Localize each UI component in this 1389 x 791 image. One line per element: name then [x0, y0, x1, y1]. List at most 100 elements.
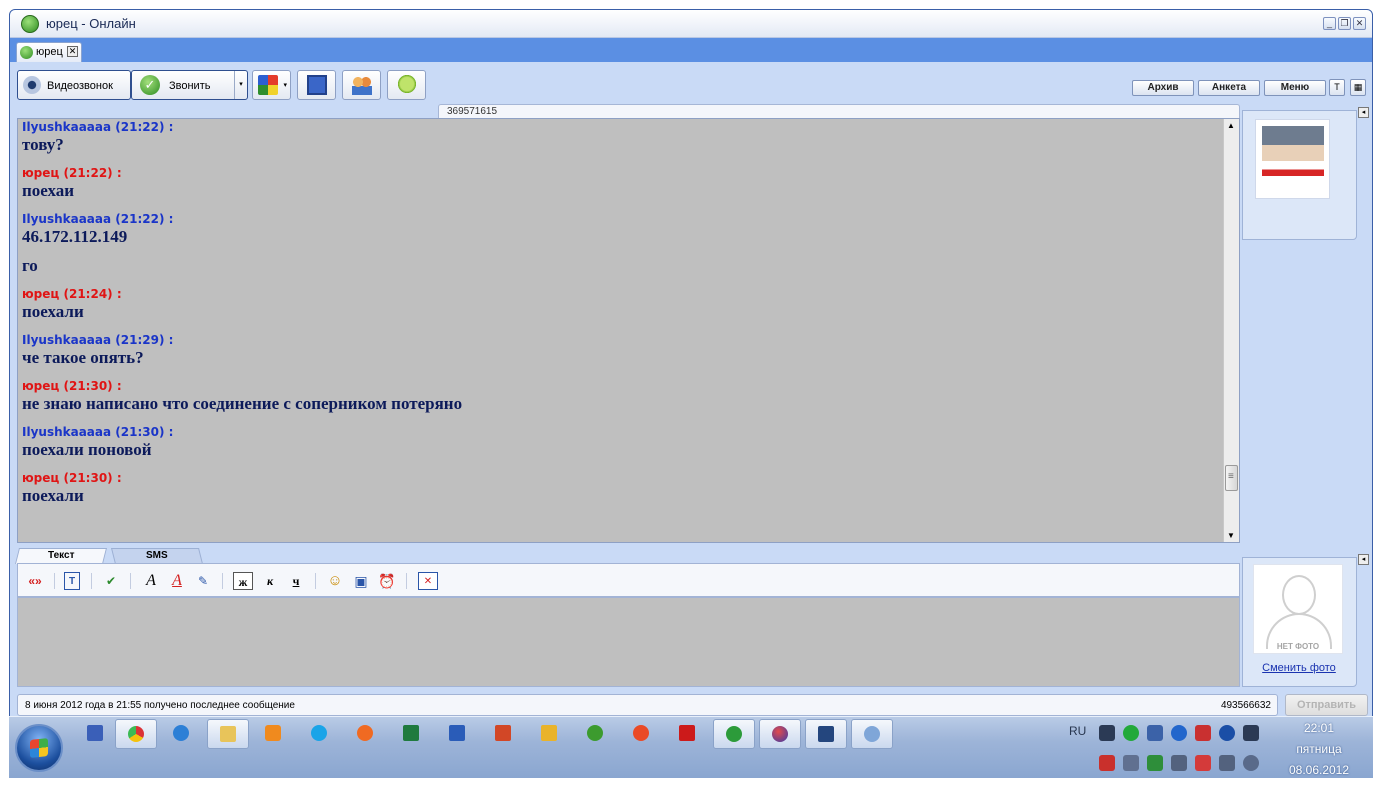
taskbar-powerpoint[interactable] — [483, 719, 525, 749]
tab-text[interactable]: Текст — [15, 548, 107, 564]
chat-scrollbar[interactable]: ▲ ▼ — [1223, 119, 1239, 542]
bold-button[interactable]: ж — [233, 572, 253, 590]
monitor-icon[interactable] — [1243, 725, 1259, 741]
font-icon[interactable]: A — [142, 572, 160, 590]
tv-icon[interactable]: ▣ — [352, 572, 370, 590]
spellcheck-icon[interactable]: ✔ — [102, 572, 120, 590]
title-bar[interactable]: юрец - Онлайн _ ❐ ✕ — [10, 10, 1372, 38]
italic-button[interactable]: к — [261, 572, 279, 590]
change-photo-link[interactable]: Сменить фото — [1243, 662, 1355, 674]
tab-strip: юрец ✕ — [10, 38, 1372, 62]
device-icon[interactable] — [1123, 755, 1139, 771]
pin-icon[interactable]: T — [1329, 79, 1345, 96]
profile-button[interactable]: Анкета — [1198, 80, 1260, 96]
separator — [54, 573, 55, 589]
games-button[interactable]: ▾ — [252, 70, 291, 100]
message-author[interactable]: юрец — [22, 471, 59, 485]
collapse-top-icon[interactable]: ◂ — [1358, 107, 1369, 118]
chat-button[interactable] — [387, 70, 426, 100]
taskbar-ie[interactable] — [161, 719, 203, 749]
clear-history-icon[interactable]: ✕ — [418, 572, 438, 590]
chat-history[interactable]: Ilyushkaaaaa (21:22) : тову? юрец (21:22) … — [17, 118, 1240, 543]
network-icon[interactable] — [1099, 725, 1115, 741]
flag-icon[interactable] — [1195, 755, 1211, 771]
taskbar-tool[interactable] — [529, 719, 571, 749]
alarm-clock-icon[interactable]: ⏰ — [378, 572, 396, 590]
taskbar-clock[interactable]: 22:01 пятница 08.06.2012 — [1279, 718, 1359, 781]
message-author[interactable]: Ilyushkaaaaa — [22, 425, 111, 439]
contacts-button[interactable] — [342, 70, 381, 100]
message-text: 46.172.112.149 — [22, 227, 128, 246]
antivirus-icon[interactable] — [1195, 725, 1211, 741]
tab-sms[interactable]: SMS — [111, 548, 203, 564]
taskbar-utorrent[interactable] — [575, 719, 617, 749]
start-button[interactable] — [15, 724, 63, 772]
no-photo-avatar[interactable]: НЕТ ФОТО — [1253, 564, 1343, 654]
taskbar-flash[interactable] — [621, 719, 663, 749]
message-input[interactable] — [17, 597, 1240, 687]
taskbar-save-app[interactable] — [75, 719, 117, 749]
taskbar-browser[interactable] — [345, 719, 387, 749]
display-icon[interactable] — [1171, 755, 1187, 771]
close-button[interactable]: ✕ — [1353, 17, 1366, 30]
browser-icon — [357, 725, 373, 741]
network-2-icon[interactable] — [1219, 755, 1235, 771]
highlight-icon[interactable]: ✎ — [194, 572, 212, 590]
font-color-icon[interactable]: A — [168, 572, 186, 590]
message-author[interactable]: юрец — [22, 379, 59, 393]
messenger-tray-icon[interactable] — [1123, 725, 1139, 741]
taskbar-game[interactable] — [759, 719, 801, 749]
window-title: юрец - Онлайн — [46, 16, 136, 31]
video-call-button[interactable]: Видеозвонок — [17, 70, 131, 100]
archive-button[interactable]: Архив — [1132, 80, 1194, 96]
taskbar-media[interactable] — [253, 719, 295, 749]
taskbar-paint[interactable] — [851, 719, 893, 749]
minimize-button[interactable]: _ — [1323, 17, 1336, 30]
text-style-icon[interactable]: T — [64, 572, 80, 590]
send-button[interactable]: Отправить — [1285, 694, 1368, 716]
message-author[interactable]: Ilyushkaaaaa — [22, 333, 111, 347]
vk-icon[interactable] — [1147, 725, 1163, 741]
rubik-cube-icon — [258, 75, 278, 95]
volume-icon[interactable] — [1099, 755, 1115, 771]
collapse-bottom-icon[interactable]: ◂ — [1358, 554, 1369, 565]
message-author[interactable]: Ilyushkaaaaa — [22, 120, 111, 134]
menu-button[interactable]: Меню — [1264, 80, 1326, 96]
bluetooth-2-icon[interactable] — [1219, 725, 1235, 741]
smiley-icon[interactable]: ☺ — [326, 572, 344, 590]
contact-avatar[interactable] — [1262, 126, 1324, 190]
save-history-button[interactable] — [297, 70, 336, 100]
message-text: че такое опять? — [22, 348, 144, 367]
acrobat-icon — [679, 725, 695, 741]
tab-close-icon[interactable]: ✕ — [67, 46, 78, 57]
call-button[interactable]: ✓ Звонить ▾ — [131, 70, 248, 100]
scroll-up-icon[interactable]: ▲ — [1227, 121, 1235, 130]
message-author[interactable]: юрец — [22, 166, 59, 180]
windows-taskbar: RU 22:01 пятница 08.06.2012 — [9, 716, 1373, 778]
scroll-thumb[interactable] — [1225, 465, 1238, 491]
taskbar-excel[interactable] — [391, 719, 433, 749]
message-author[interactable]: Ilyushkaaaaa — [22, 212, 111, 226]
message-author[interactable]: юрец — [22, 287, 59, 301]
call-dropdown-icon[interactable]: ▾ — [234, 71, 247, 99]
contact-avatar-frame — [1255, 119, 1330, 199]
taskbar-qip[interactable] — [713, 719, 755, 749]
taskbar-word[interactable] — [437, 719, 479, 749]
taskbar-app[interactable] — [805, 719, 847, 749]
restore-button[interactable]: ❐ — [1338, 17, 1351, 30]
language-indicator[interactable]: RU — [1069, 724, 1086, 738]
no-photo-label: НЕТ ФОТО — [1276, 642, 1320, 651]
tab-contact[interactable]: юрец ✕ — [16, 42, 82, 62]
taskbar-acrobat[interactable] — [667, 719, 709, 749]
speaker-icon[interactable] — [1243, 755, 1259, 771]
excel-icon — [403, 725, 419, 741]
translit-button[interactable]: «» — [24, 572, 46, 590]
scroll-down-icon[interactable]: ▼ — [1227, 531, 1235, 540]
taskbar-skype[interactable] — [299, 719, 341, 749]
bluetooth-icon[interactable] — [1171, 725, 1187, 741]
sync-icon[interactable] — [1147, 755, 1163, 771]
taskbar-explorer[interactable] — [207, 719, 249, 749]
underline-button[interactable]: ч — [287, 572, 305, 590]
taskbar-chrome[interactable] — [115, 719, 157, 749]
grid-icon[interactable]: ▦ — [1350, 79, 1366, 96]
